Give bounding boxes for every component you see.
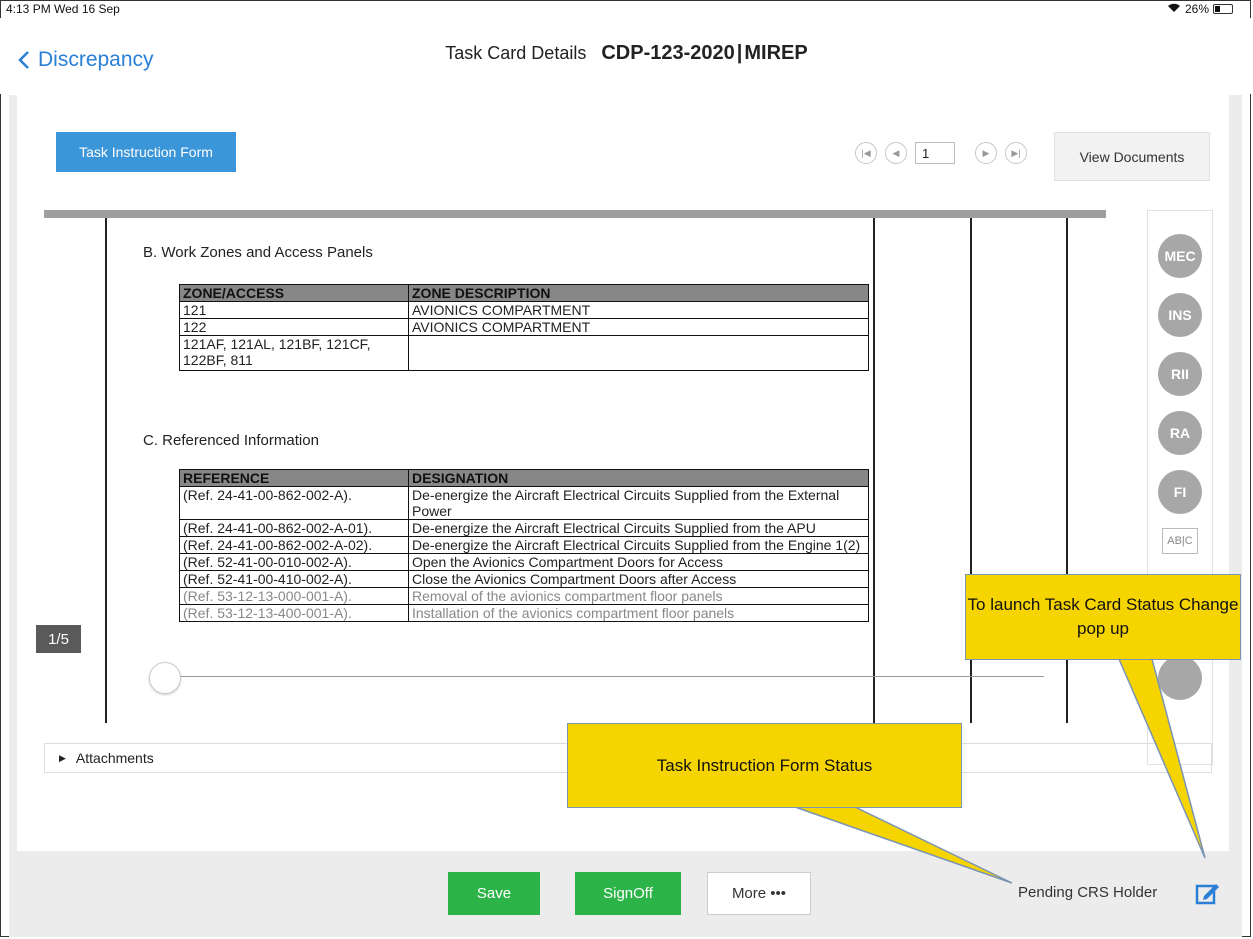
section-b-heading: B. Work Zones and Access Panels xyxy=(143,244,373,261)
column-header: DESIGNATION xyxy=(408,469,869,487)
save-button[interactable]: Save xyxy=(448,872,540,915)
zone-table: ZONE/ACCESS ZONE DESCRIPTION 121 AVIONIC… xyxy=(179,284,869,371)
task-code: CDP-123-2020 | MIREP xyxy=(601,42,808,64)
edit-status-icon[interactable] xyxy=(1195,881,1221,905)
table-cell: (Ref. 53-12-13-000-001-A). xyxy=(179,587,409,605)
table-cell: Removal of the avionics compartment floo… xyxy=(408,587,869,605)
table-cell: (Ref. 24-41-00-862-002-A). xyxy=(179,486,409,520)
view-documents-button[interactable]: View Documents xyxy=(1054,132,1210,181)
column-header: ZONE DESCRIPTION xyxy=(408,284,869,302)
attachments-label: Attachments xyxy=(75,750,154,766)
more-button[interactable]: More ••• xyxy=(707,872,811,915)
table-cell: Open the Avionics Compartment Doors for … xyxy=(408,553,869,571)
role-rii-button[interactable]: RII xyxy=(1158,352,1202,396)
table-row: 122 AVIONICS COMPARTMENT xyxy=(179,318,869,336)
form-status-callout: Task Instruction Form Status xyxy=(567,723,962,808)
spellcheck-icon[interactable]: AB|C xyxy=(1162,528,1198,554)
wifi-icon xyxy=(1167,2,1181,16)
table-cell: AVIONICS COMPARTMENT xyxy=(408,301,869,319)
section-c-heading: C. Referenced Information xyxy=(143,432,319,449)
table-row: (Ref. 24-41-00-862-002-A-01). De-energiz… xyxy=(179,519,869,537)
document-viewer[interactable]: B. Work Zones and Access Panels ZONE/ACC… xyxy=(44,210,1106,723)
table-header-row: REFERENCE DESIGNATION xyxy=(179,469,869,487)
table-cell xyxy=(408,335,869,371)
signoff-button[interactable]: SignOff xyxy=(575,872,681,915)
last-page-icon[interactable]: ▶| xyxy=(1005,142,1027,164)
table-cell: (Ref. 24-41-00-862-002-A-02). xyxy=(179,536,409,554)
page-number-input[interactable]: 1 xyxy=(915,142,955,164)
battery-icon xyxy=(1213,4,1233,14)
prev-page-icon[interactable]: ◀ xyxy=(885,142,907,164)
table-cell: Close the Avionics Compartment Doors aft… xyxy=(408,570,869,588)
footer-bar: Save SignOff More ••• Pending CRS Holder xyxy=(9,857,1242,937)
page-title: Task Card Details CDP-123-2020 | MIREP xyxy=(0,42,1253,65)
expand-triangle-icon: ▶ xyxy=(59,752,66,763)
table-cell: Installation of the avionics compartment… xyxy=(408,604,869,622)
role-sidebar: MEC INS RII RA FI AB|C xyxy=(1147,210,1213,765)
role-mec-button[interactable]: MEC xyxy=(1158,234,1202,278)
document-pager: |◀ ◀ 1 ▶ ▶| xyxy=(855,142,1027,164)
table-cell: (Ref. 52-41-00-010-002-A). xyxy=(179,553,409,571)
table-row: (Ref. 52-41-00-010-002-A). Open the Avio… xyxy=(179,553,869,571)
table-cell: (Ref. 52-41-00-410-002-A). xyxy=(179,570,409,588)
table-row: 121 AVIONICS COMPARTMENT xyxy=(179,301,869,319)
nav-header: Discrepancy Task Card Details CDP-123-20… xyxy=(0,18,1253,94)
table-cell: De-energize the Aircraft Electrical Circ… xyxy=(408,486,869,520)
role-ins-button[interactable]: INS xyxy=(1158,293,1202,337)
status-change-callout: To launch Task Card Status Change pop up xyxy=(965,574,1241,660)
role-ra-button[interactable]: RA xyxy=(1158,411,1202,455)
reference-table: REFERENCE DESIGNATION (Ref. 24-41-00-862… xyxy=(179,469,869,622)
task-instruction-form-button[interactable]: Task Instruction Form xyxy=(56,132,236,172)
table-cell: (Ref. 24-41-00-862-002-A-01). xyxy=(179,519,409,537)
role-fi-button[interactable]: FI xyxy=(1158,470,1202,514)
task-status-text: Pending CRS Holder xyxy=(1018,884,1158,901)
role-extra-button[interactable] xyxy=(1158,656,1202,700)
doc-border-line xyxy=(105,218,107,723)
table-row: (Ref. 24-41-00-862-002-A). De-energize t… xyxy=(179,486,869,520)
table-cell: AVIONICS COMPARTMENT xyxy=(408,318,869,336)
table-row: (Ref. 52-41-00-410-002-A). Close the Avi… xyxy=(179,570,869,588)
table-cell: 121 xyxy=(179,301,409,319)
page-indicator-badge: 1/5 xyxy=(36,625,81,653)
battery-percent: 26% xyxy=(1184,2,1209,16)
zoom-slider-handle[interactable] xyxy=(149,662,181,694)
table-row: (Ref. 24-41-00-862-002-A-02). De-energiz… xyxy=(179,536,869,554)
table-cell: (Ref. 53-12-13-400-001-A). xyxy=(179,604,409,622)
table-cell: De-energize the Aircraft Electrical Circ… xyxy=(408,519,869,537)
status-time: 4:13 PM Wed 16 Sep xyxy=(6,2,120,16)
first-page-icon[interactable]: |◀ xyxy=(855,142,877,164)
title-text: Task Card Details xyxy=(445,43,587,63)
table-row: 121AF, 121AL, 121BF, 121CF, 122BF, 811 xyxy=(179,335,869,371)
table-row: (Ref. 53-12-13-000-001-A). Removal of th… xyxy=(179,587,869,605)
zoom-slider-track[interactable] xyxy=(164,676,1044,677)
table-cell: 122 xyxy=(179,318,409,336)
status-right: 26% xyxy=(1167,2,1233,16)
column-header: REFERENCE xyxy=(179,469,409,487)
table-row: (Ref. 53-12-13-400-001-A). Installation … xyxy=(179,604,869,622)
column-header: ZONE/ACCESS xyxy=(179,284,409,302)
status-bar: 4:13 PM Wed 16 Sep 26% xyxy=(0,0,1253,18)
table-header-row: ZONE/ACCESS ZONE DESCRIPTION xyxy=(179,284,869,302)
next-page-icon[interactable]: ▶ xyxy=(975,142,997,164)
table-cell: De-energize the Aircraft Electrical Circ… xyxy=(408,536,869,554)
doc-border-line xyxy=(873,218,875,723)
table-cell: 121AF, 121AL, 121BF, 121CF, 122BF, 811 xyxy=(179,335,409,371)
